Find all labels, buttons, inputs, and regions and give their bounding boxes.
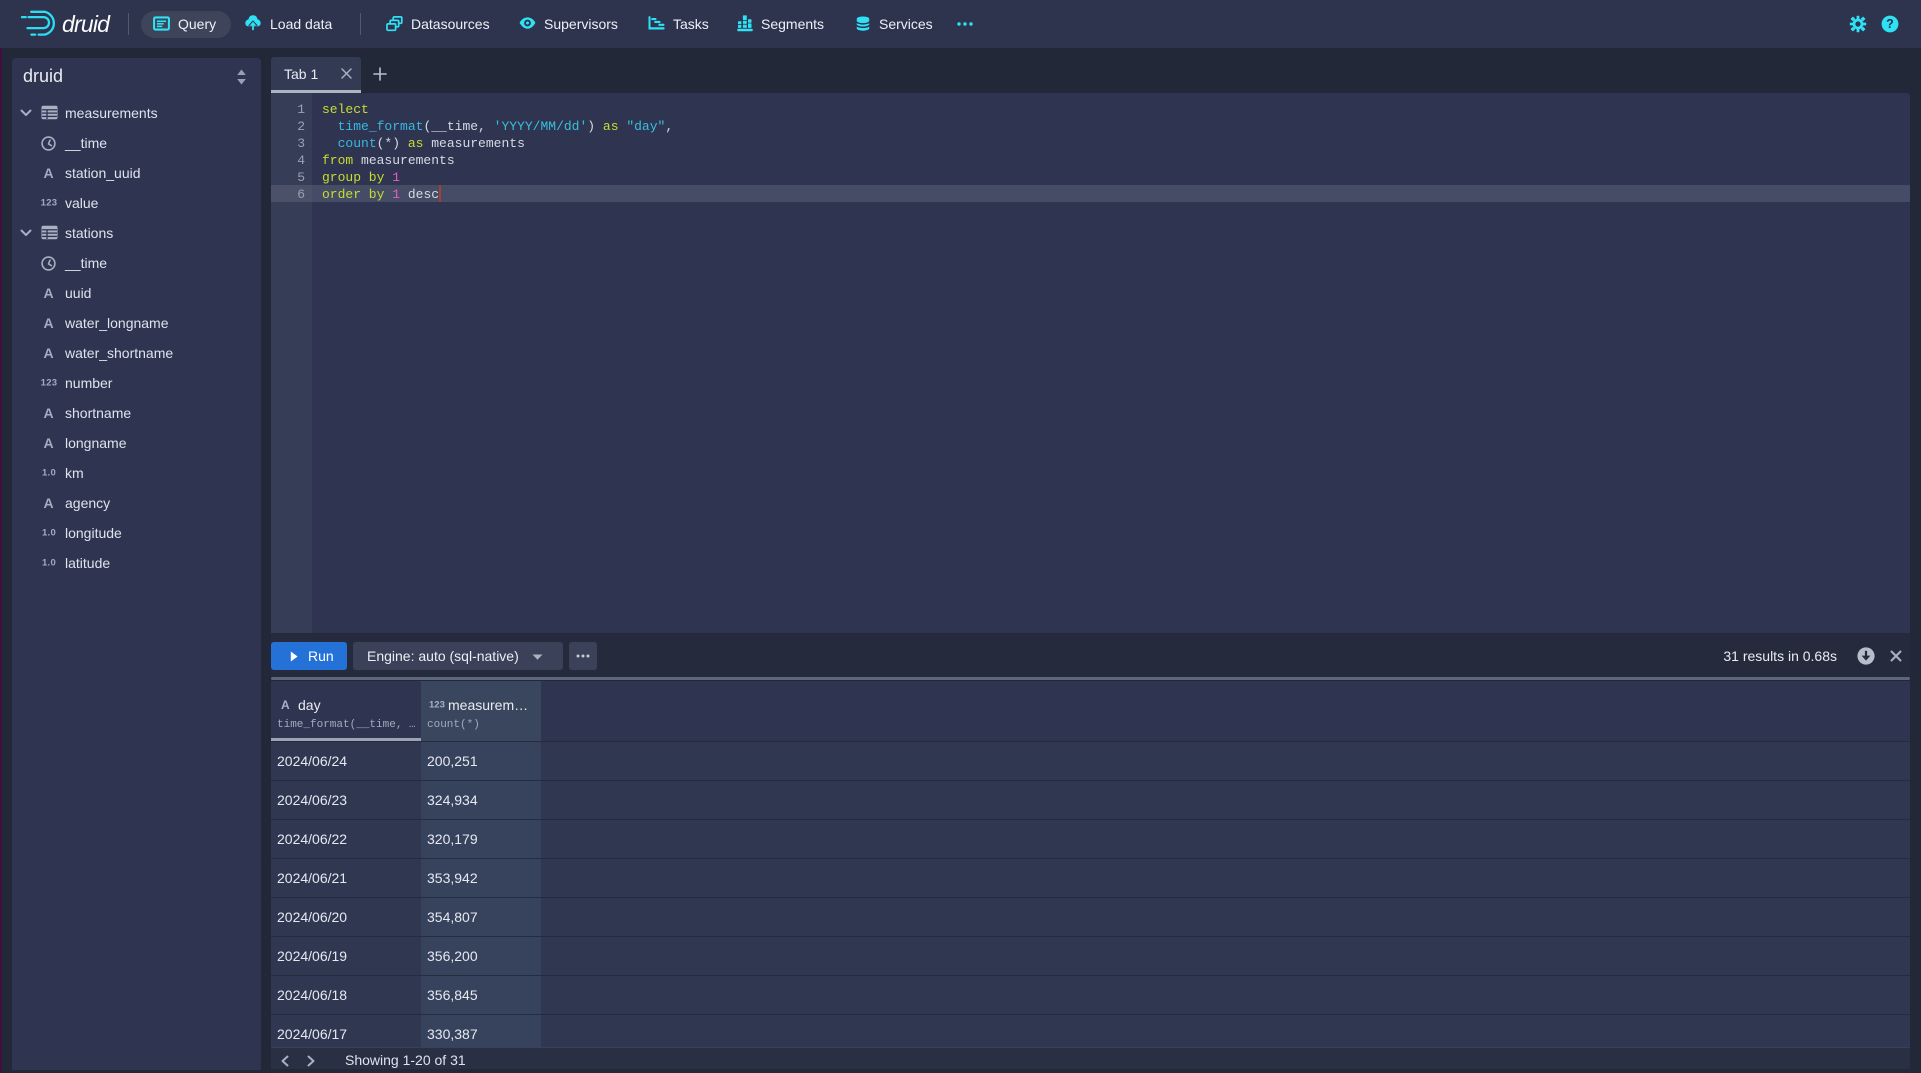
svg-text:?: ? [1886,17,1894,31]
